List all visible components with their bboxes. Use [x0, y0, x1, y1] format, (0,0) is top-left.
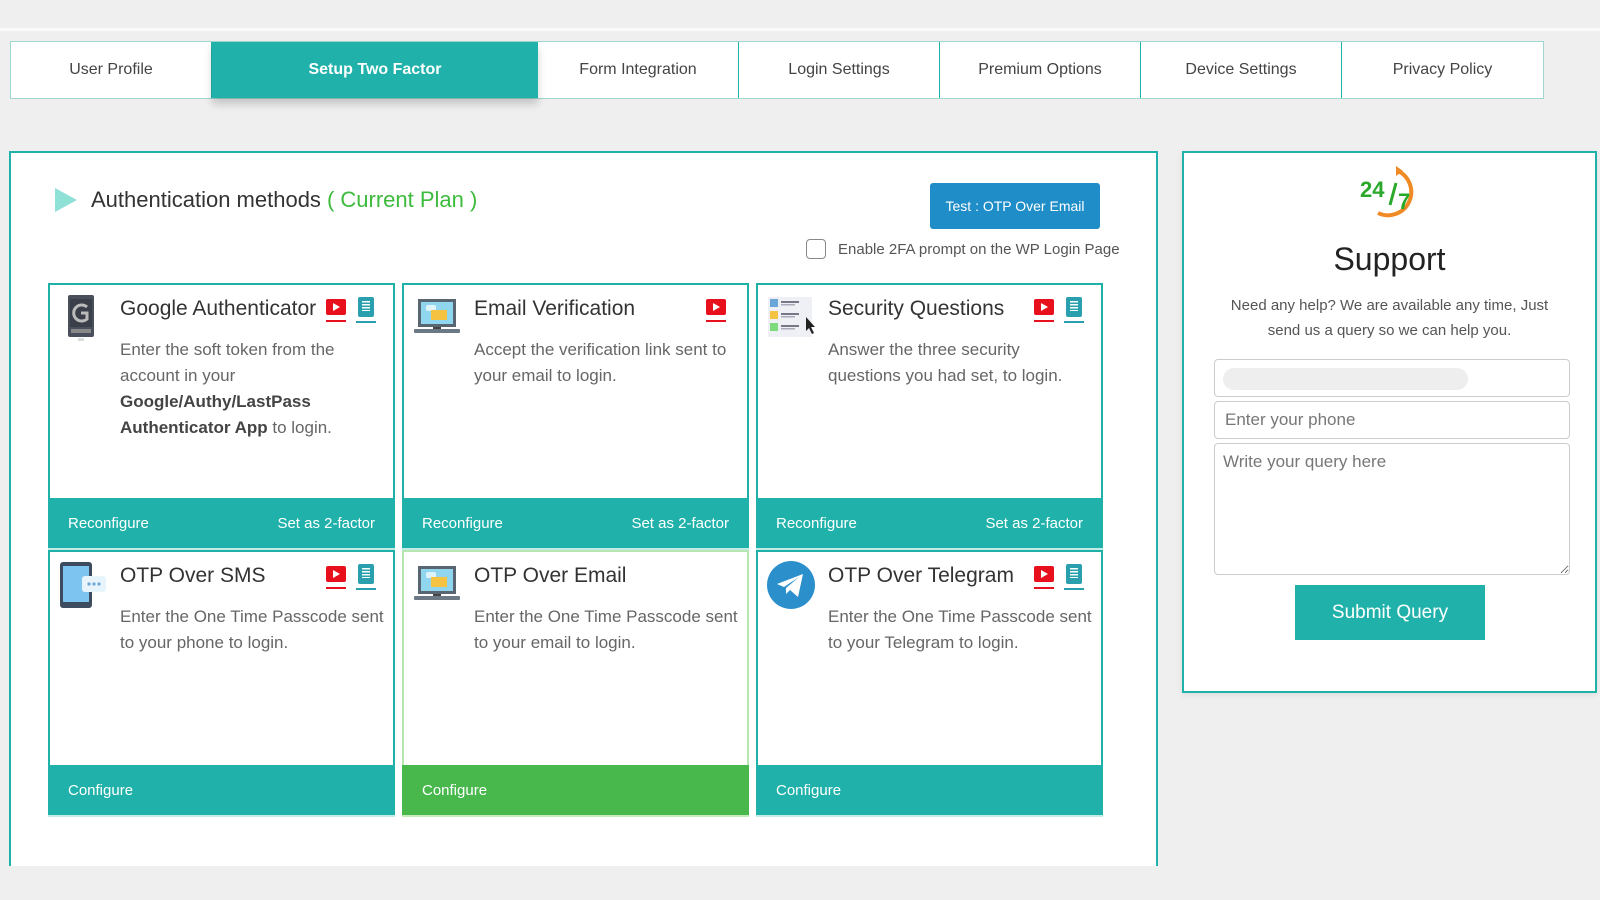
svg-text:24: 24	[1360, 177, 1385, 202]
method-description: Enter the One Time Passcode sent to your…	[474, 607, 738, 652]
configure-link[interactable]: Configure	[776, 782, 841, 799]
set-as-2factor-link[interactable]: Set as 2-factor	[631, 515, 729, 532]
method-title: OTP Over SMS	[120, 564, 266, 587]
tab-user-profile[interactable]: User Profile	[11, 42, 212, 98]
method-title: Google Authenticator	[120, 297, 317, 320]
email-value-redacted	[1223, 368, 1468, 390]
method-card-email-verification: Email Verification Accept the verificati…	[402, 283, 749, 550]
documentation-icon[interactable]	[356, 564, 376, 590]
method-footer: Reconfigure Set as 2-factor	[756, 498, 1103, 550]
desc-text-end: to login.	[267, 418, 332, 437]
method-description: Enter the One Time Passcode sent to your…	[828, 607, 1092, 652]
method-footer: Reconfigure Set as 2-factor	[402, 498, 749, 550]
tab-device-settings[interactable]: Device Settings	[1141, 42, 1342, 98]
section-title: Authentication methods	[91, 187, 321, 212]
set-as-2factor-link[interactable]: Set as 2-factor	[277, 515, 375, 532]
method-card-otp-over-telegram: OTP Over Telegram Enter the One Time Pas…	[756, 550, 1103, 817]
enable-2fa-prompt-row: Enable 2FA prompt on the WP Login Page	[806, 239, 1120, 259]
method-footer: Reconfigure Set as 2-factor	[48, 498, 395, 550]
top-strip	[0, 0, 1600, 31]
video-tutorial-icon[interactable]	[1034, 299, 1054, 323]
phone-sms-icon	[60, 562, 106, 608]
tab-login-settings[interactable]: Login Settings	[739, 42, 940, 98]
method-card-otp-over-email: OTP Over Email Enter the One Time Passco…	[402, 550, 749, 817]
reconfigure-link[interactable]: Reconfigure	[422, 515, 503, 532]
google-authenticator-icon	[68, 295, 94, 341]
method-description: Accept the verification link sent to you…	[474, 340, 727, 385]
method-footer: Configure	[48, 765, 395, 817]
current-plan-label: ( Current Plan )	[326, 187, 478, 212]
support-24-7-icon: 24 7	[1360, 166, 1414, 218]
configure-link[interactable]: Configure	[68, 782, 133, 799]
method-title: Security Questions	[828, 297, 1005, 320]
documentation-icon[interactable]	[356, 297, 376, 323]
video-tutorial-icon[interactable]	[326, 566, 346, 590]
laptop-email-icon	[414, 299, 460, 333]
tab-privacy-policy[interactable]: Privacy Policy	[1342, 42, 1543, 98]
svg-text:7: 7	[1398, 189, 1410, 214]
configure-link[interactable]: Configure	[422, 782, 487, 799]
method-card-google-authenticator: Google Authenticator Enter the soft toke…	[48, 283, 395, 550]
email-field[interactable]	[1214, 359, 1570, 397]
tab-setup-two-factor[interactable]: Setup Two Factor	[212, 42, 538, 98]
video-tutorial-icon[interactable]	[1034, 566, 1054, 590]
support-lead-text: Need any help? We are available any time…	[1230, 297, 1549, 339]
video-tutorial-icon[interactable]	[326, 299, 346, 323]
enable-2fa-prompt-checkbox[interactable]	[806, 239, 826, 259]
submit-query-button[interactable]: Submit Query	[1295, 585, 1485, 640]
tab-form-integration[interactable]: Form Integration	[538, 42, 739, 98]
security-questions-icon	[768, 297, 815, 337]
documentation-icon[interactable]	[1064, 564, 1084, 590]
section-header: Authentication methods ( Current Plan )	[55, 187, 477, 213]
method-footer: Configure	[402, 765, 749, 817]
method-title: OTP Over Telegram	[828, 564, 1014, 587]
authentication-methods-panel: Authentication methods ( Current Plan ) …	[9, 151, 1158, 866]
phone-field[interactable]	[1214, 401, 1570, 439]
video-tutorial-icon[interactable]	[706, 299, 726, 323]
reconfigure-link[interactable]: Reconfigure	[68, 515, 149, 532]
method-title: Email Verification	[474, 297, 636, 320]
method-description: Enter the soft token from the account in…	[120, 337, 385, 441]
method-footer: Configure	[756, 765, 1103, 817]
telegram-icon	[767, 561, 815, 609]
documentation-icon[interactable]	[1064, 297, 1084, 323]
enable-2fa-prompt-label: Enable 2FA prompt on the WP Login Page	[838, 240, 1120, 258]
support-title: Support	[1333, 241, 1446, 277]
desc-text: Enter the soft token from the account in…	[120, 340, 335, 385]
method-description: Enter the One Time Passcode sent to your…	[120, 607, 384, 652]
support-panel: 24 7 Support Need any help? We are avail…	[1182, 151, 1597, 693]
query-textarea[interactable]	[1214, 443, 1570, 575]
method-title: OTP Over Email	[474, 564, 627, 587]
set-as-2factor-link[interactable]: Set as 2-factor	[985, 515, 1083, 532]
method-description: Answer the three security questions you …	[828, 340, 1063, 385]
method-card-security-questions: Security Questions Answer the three secu…	[756, 283, 1103, 550]
tab-bar: User Profile Setup Two Factor Form Integ…	[10, 41, 1544, 99]
method-card-otp-over-sms: OTP Over SMS Enter the One Time Passcode…	[48, 550, 395, 817]
laptop-email-icon	[414, 566, 460, 600]
tab-premium-options[interactable]: Premium Options	[940, 42, 1141, 98]
reconfigure-link[interactable]: Reconfigure	[776, 515, 857, 532]
test-otp-button[interactable]: Test : OTP Over Email	[930, 183, 1100, 229]
triangle-bullet-icon	[55, 188, 77, 212]
